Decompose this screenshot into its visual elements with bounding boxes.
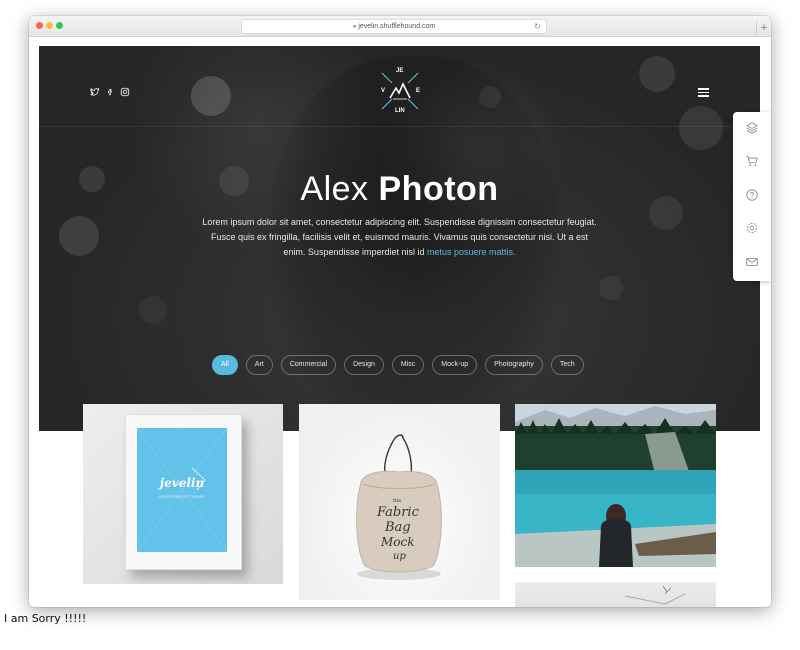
browser-window: ● jevelin.shufflehound.com ↻ + JE V E LI… xyxy=(29,16,771,607)
bokeh-light xyxy=(599,276,623,300)
picture-frame: jevelin WORDPRESS THEME xyxy=(125,414,242,570)
filter-photography[interactable]: Photography xyxy=(485,355,543,375)
mail-icon[interactable] xyxy=(745,255,759,269)
filter-art[interactable]: Art xyxy=(245,355,273,375)
frame-subtitle: WORDPRESS THEME xyxy=(159,494,205,499)
frame-geometric-pattern xyxy=(137,428,227,552)
instagram-icon[interactable] xyxy=(120,87,130,97)
logo-letter: V xyxy=(381,88,386,94)
hero-description-text: Lorem ipsum dolor sit amet, consectetur … xyxy=(202,217,597,257)
portfolio-item-bag[interactable]: the Fabric Bag Mock up xyxy=(299,404,500,600)
frame-title: jevelin xyxy=(159,476,205,490)
frame-artwork: jevelin WORDPRESS THEME xyxy=(137,428,227,552)
hero-description-link[interactable]: metus posuere mattis. xyxy=(427,247,516,257)
portfolio-item-lake-photo[interactable] xyxy=(515,404,716,567)
fabric-bag-illustration: the Fabric Bag Mock up xyxy=(356,434,442,580)
cart-icon[interactable] xyxy=(745,154,759,168)
logo-letter: E xyxy=(416,88,421,94)
side-toolbar xyxy=(733,112,771,281)
logo-letter: LIN xyxy=(395,108,405,114)
hero-title-first: Alex xyxy=(300,170,369,208)
new-tab-button[interactable]: + xyxy=(756,21,771,35)
settings-icon[interactable] xyxy=(745,221,759,235)
filter-misc[interactable]: Misc xyxy=(391,355,425,375)
bokeh-light xyxy=(139,296,167,324)
layers-icon[interactable] xyxy=(745,121,759,135)
bokeh-light xyxy=(59,216,99,256)
site-logo[interactable]: JE V E LIN xyxy=(373,64,427,118)
address-url: jevelin.shufflehound.com xyxy=(358,23,436,30)
address-bar[interactable]: ● jevelin.shufflehound.com ↻ xyxy=(241,19,547,34)
hamburger-menu-icon[interactable] xyxy=(698,88,709,99)
browser-titlebar: ● jevelin.shufflehound.com ↻ + xyxy=(29,16,771,37)
twitter-icon[interactable] xyxy=(89,87,100,97)
bag-text: Fabric xyxy=(376,505,420,520)
caption-text: I am Sorry !!!!! xyxy=(4,612,87,625)
hero-section: JE V E LIN Alex Photon Lorem ipsum dolor… xyxy=(39,46,760,431)
portfolio-item-sketch[interactable] xyxy=(515,582,716,607)
bag-text: up xyxy=(393,551,406,562)
filter-commercial[interactable]: Commercial xyxy=(280,355,337,375)
minimize-window-button[interactable] xyxy=(46,22,53,29)
header-divider xyxy=(39,126,760,127)
sketch-preview xyxy=(624,585,686,605)
bokeh-light xyxy=(679,106,723,150)
facebook-icon[interactable] xyxy=(106,87,114,97)
lock-icon: ● xyxy=(352,24,357,30)
help-icon[interactable] xyxy=(745,188,759,202)
zoom-window-button[interactable] xyxy=(56,22,63,29)
filter-all[interactable]: All xyxy=(212,355,238,375)
bag-text: the xyxy=(393,498,401,504)
filter-tech[interactable]: Tech xyxy=(550,355,584,375)
bag-text: Mock xyxy=(380,535,415,549)
reload-icon[interactable]: ↻ xyxy=(534,20,541,33)
bag-text: Bag xyxy=(384,520,411,535)
filter-design[interactable]: Design xyxy=(344,355,384,375)
social-links xyxy=(89,87,130,97)
bokeh-light xyxy=(191,76,231,116)
portfolio-item-frame[interactable]: jevelin WORDPRESS THEME xyxy=(83,404,283,584)
close-window-button[interactable] xyxy=(36,22,43,29)
hero-title-last: Photon xyxy=(378,170,499,208)
logo-letter: JE xyxy=(396,68,404,74)
hero-title: Alex Photon xyxy=(39,170,760,209)
bokeh-light xyxy=(639,56,675,92)
lake-photo xyxy=(515,404,716,567)
filter-mock-up[interactable]: Mock-up xyxy=(432,355,478,375)
hero-description: Lorem ipsum dolor sit amet, consectetur … xyxy=(199,215,600,260)
portfolio-filter-bar: All Art Commercial Design Misc Mock-up P… xyxy=(212,355,584,375)
